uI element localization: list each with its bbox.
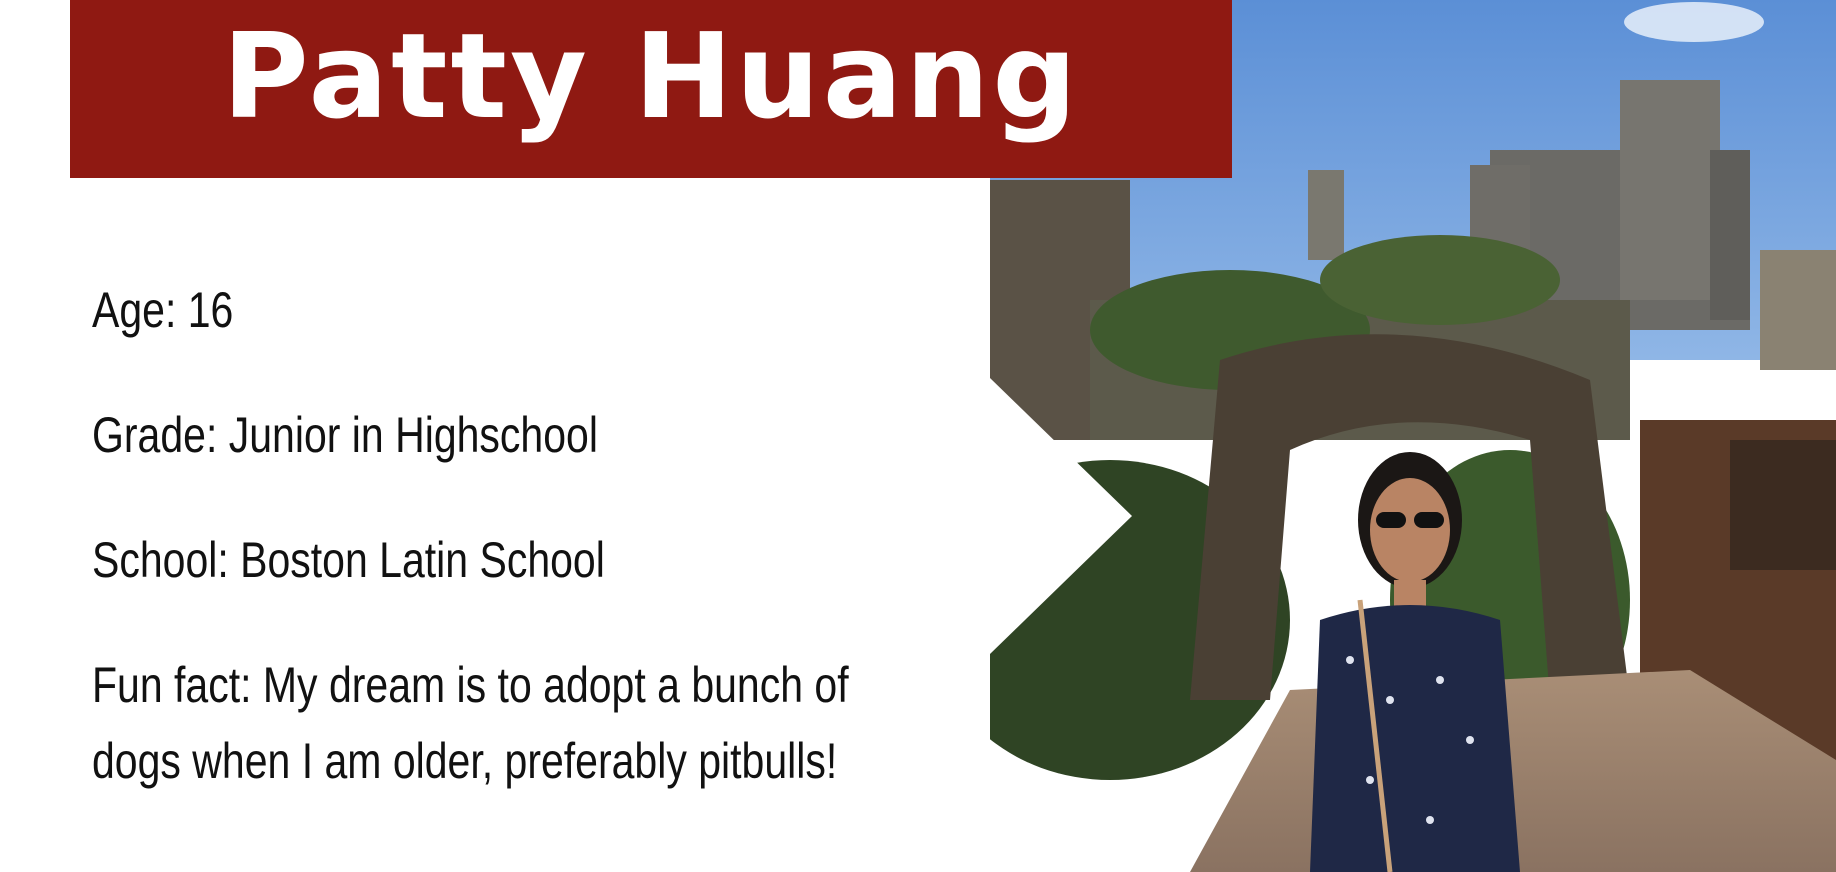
- fun-fact-line-2: dogs when I am older, preferably pitbull…: [92, 733, 838, 789]
- fun-fact-line-1: Fun fact: My dream is to adopt a bunch o…: [92, 657, 849, 713]
- page-title: Patty Huang: [222, 7, 1080, 145]
- fun-fact-text: Fun fact: My dream is to adopt a bunch o…: [92, 647, 994, 799]
- grade-text: Grade: Junior in Highschool: [92, 407, 598, 463]
- arrow-notch: [990, 378, 1132, 654]
- profile-slide: Patty Huang Age: 16 Grade: Junior in Hig…: [0, 0, 1836, 872]
- age-text: Age: 16: [92, 282, 234, 338]
- school-text: School: Boston Latin School: [92, 532, 605, 588]
- title-banner: Patty Huang: [70, 0, 1232, 178]
